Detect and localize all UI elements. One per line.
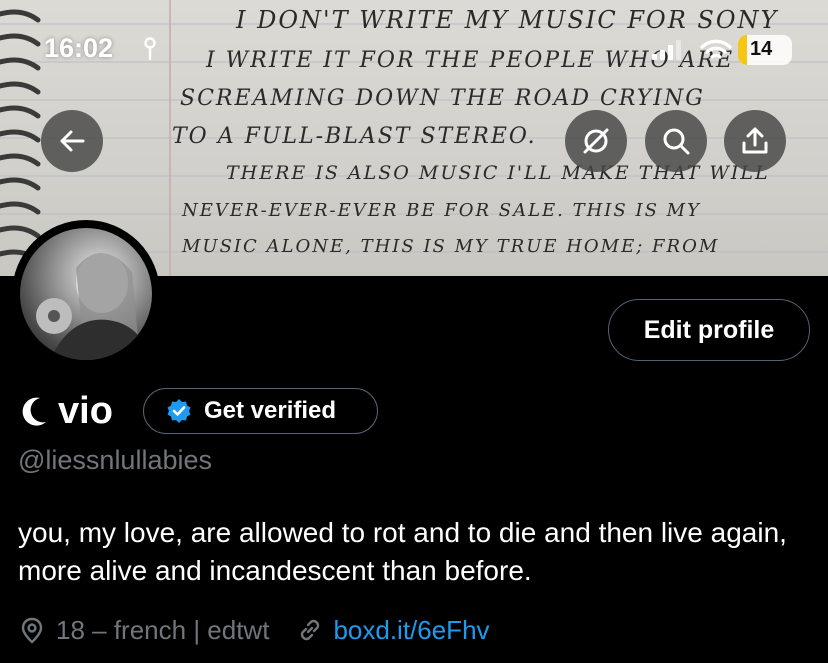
profile-link[interactable]: boxd.it/6eFhv	[333, 615, 489, 646]
link-icon	[301, 619, 320, 641]
handwriting-line: TO A FULL-BLAST STEREO.	[172, 124, 537, 149]
edit-profile-button[interactable]: Edit profile	[608, 299, 810, 361]
eye-slash-icon	[583, 128, 609, 154]
link-item[interactable]: boxd.it/6eFhv	[295, 615, 490, 646]
battery-fill	[738, 35, 747, 65]
search-button[interactable]	[645, 110, 707, 172]
get-verified-button[interactable]: Get verified	[143, 388, 378, 434]
cellular-signal-icon	[652, 40, 681, 60]
battery-indicator: 14	[738, 35, 792, 65]
status-bar: 16:02 14	[0, 30, 828, 70]
location-arrow-icon	[144, 37, 156, 61]
search-icon	[663, 128, 690, 155]
status-time: 16:02	[44, 33, 114, 63]
handwriting-line: MUSIC ALONE, THIS IS MY TRUE HOME; FROM	[182, 236, 720, 257]
location-item: 18 – french | edtwt	[18, 615, 269, 646]
battery-percent: 14	[750, 38, 773, 60]
wifi-icon	[700, 39, 732, 59]
verified-badge-icon	[167, 399, 191, 423]
location-text: 18 – french | edtwt	[56, 614, 270, 645]
avatar-image	[20, 228, 152, 360]
share-icon	[742, 127, 768, 154]
location-pin-icon	[21, 617, 43, 644]
back-button[interactable]	[41, 110, 103, 172]
avatar[interactable]	[12, 220, 160, 368]
profile-handle: @liessnlullabies	[18, 445, 212, 475]
arrow-left-icon	[60, 130, 85, 152]
crescent-moon-icon	[22, 397, 46, 426]
profile-name-row: vio	[18, 388, 113, 434]
handwriting-line: SCREAMING DOWN THE ROAD CRYING	[180, 86, 705, 111]
profile-bio: you, my love, are allowed to rot and to …	[18, 517, 787, 586]
avatar-photo	[36, 252, 152, 360]
display-name: vio	[58, 389, 113, 432]
profile-meta: 18 – french | edtwt boxd.it/6eFhv	[18, 612, 490, 648]
handwriting-line: NEVER-EVER-EVER BE FOR SALE. THIS IS MY	[182, 200, 701, 221]
hide-button[interactable]	[565, 110, 627, 172]
share-button[interactable]	[724, 110, 786, 172]
get-verified-label: Get verified	[204, 397, 337, 424]
